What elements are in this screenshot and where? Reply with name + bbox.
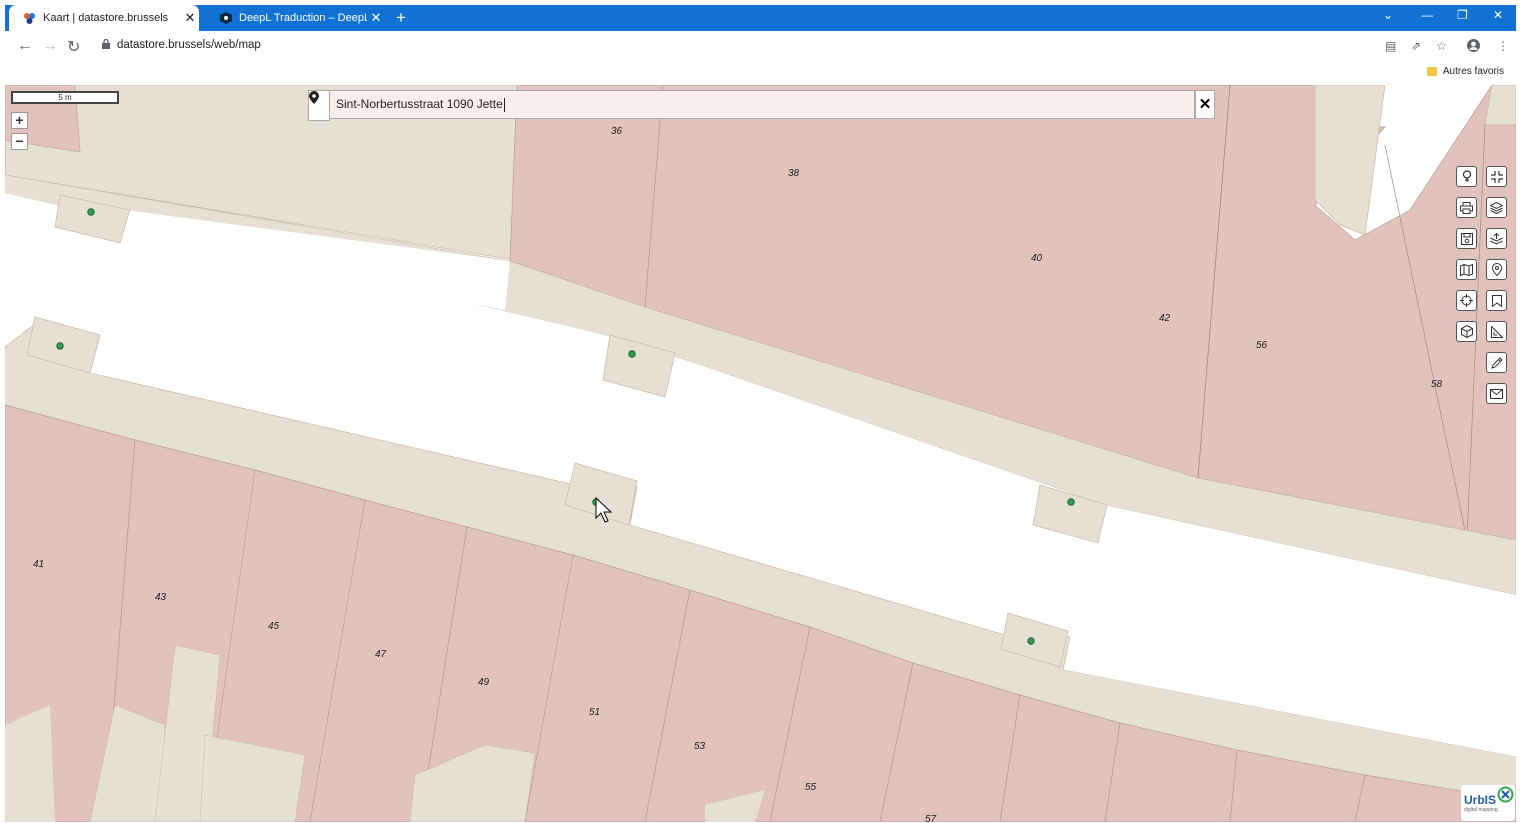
house-number: 42 — [1159, 313, 1171, 324]
poi-marker — [87, 208, 95, 216]
measure-icon — [1490, 325, 1503, 338]
browser-menu-icon[interactable]: ⋮ — [1497, 39, 1509, 53]
house-number: 57 — [925, 814, 937, 822]
close-window-button[interactable]: ✕ — [1493, 8, 1503, 22]
bookmark-icon — [1491, 294, 1502, 307]
scale-bar: 5 m — [11, 91, 119, 104]
poi-marker — [1027, 637, 1035, 645]
house-number: 45 — [268, 621, 280, 632]
info-icon — [1462, 170, 1471, 182]
new-tab-button[interactable]: + — [396, 8, 406, 28]
fullscreen-button[interactable] — [1486, 166, 1507, 187]
basemap-button[interactable] — [1456, 259, 1477, 280]
poi-marker — [628, 350, 636, 358]
mail-icon — [1490, 388, 1503, 399]
urbis-logo: UrbIS digital mapping — [1461, 785, 1515, 821]
poi-marker — [1067, 498, 1075, 506]
zoom-out-button[interactable]: − — [11, 133, 28, 150]
house-number: 49 — [478, 677, 490, 688]
zoom-in-button[interactable]: + — [11, 112, 28, 129]
print-icon — [1460, 201, 1473, 214]
browser-toolbar: ← → ↻ datastore.brussels/web/map ▤ ⇗ ☆ ⋮ — [5, 31, 1516, 61]
measure-button[interactable] — [1486, 321, 1507, 342]
clear-search-button[interactable]: ✕ — [1195, 90, 1215, 119]
house-number: 56 — [1256, 340, 1268, 351]
close-tab-icon[interactable]: ✕ — [367, 10, 385, 26]
back-button[interactable]: ← — [17, 37, 33, 55]
minimize-button[interactable]: — — [1421, 8, 1433, 22]
location-pin-icon — [1491, 263, 1502, 276]
draw-icon — [1490, 356, 1503, 369]
house-number: 41 — [33, 559, 44, 570]
share-icon[interactable]: ⇗ — [1411, 39, 1421, 53]
house-number: 43 — [155, 592, 167, 603]
datastore-favicon-icon — [23, 12, 36, 25]
draw-button[interactable] — [1486, 352, 1507, 373]
map-icon — [1460, 263, 1473, 276]
layers-icon — [1490, 201, 1503, 214]
reload-button[interactable]: ↻ — [67, 37, 80, 57]
folder-icon — [1426, 67, 1437, 76]
urbis-logo-mark-icon — [1497, 786, 1514, 803]
house-number: 51 — [589, 707, 600, 718]
layers-button[interactable] — [1486, 197, 1507, 218]
house-number: 55 — [805, 782, 817, 793]
address-bar[interactable]: datastore.brussels/web/map — [117, 39, 261, 51]
text-caret — [503, 97, 505, 112]
house-number: 47 — [375, 649, 387, 660]
tab-title: Kaart | datastore.brussels — [43, 12, 169, 24]
tab-datastore[interactable]: Kaart | datastore.brussels ✕ — [9, 5, 199, 31]
bookmark-button[interactable] — [1486, 290, 1507, 311]
bookmark-folder-autres-favoris[interactable]: Autres favoris — [1426, 66, 1504, 77]
forward-button[interactable]: → — [42, 37, 58, 55]
bookmarks-bar: Autres favoris — [5, 61, 1516, 85]
tab-title: DeepL Traduction – DeepL Transl — [239, 12, 367, 24]
address-search: Sint-Norbertusstraat 1090 Jette ✕ — [308, 90, 1215, 121]
house-number: 40 — [1031, 253, 1043, 264]
house-number: 36 — [611, 126, 623, 137]
mail-button[interactable] — [1486, 383, 1507, 404]
bookmark-star-icon[interactable]: ☆ — [1436, 39, 1447, 53]
fullscreen-icon — [1490, 170, 1503, 183]
search-input[interactable]: Sint-Norbertusstraat 1090 Jette — [329, 90, 1195, 119]
print-button[interactable] — [1456, 197, 1477, 218]
map-svg[interactable]: 36 38 40 42 56 58 41 43 45 47 49 51 53 5… — [5, 85, 1516, 822]
save-icon — [1460, 232, 1473, 245]
browser-window: Kaart | datastore.brussels ✕ DeepL Tradu… — [5, 5, 1516, 822]
deepl-favicon-icon — [219, 12, 232, 25]
map-canvas[interactable]: 36 38 40 42 56 58 41 43 45 47 49 51 53 5… — [5, 85, 1516, 822]
translate-icon[interactable]: ▤ — [1385, 39, 1396, 53]
poi-marker — [56, 342, 64, 350]
info-button[interactable] — [1456, 166, 1477, 187]
3d-view-button[interactable] — [1456, 321, 1477, 342]
location-pin-icon[interactable] — [308, 90, 330, 121]
geolocate-button[interactable] — [1456, 290, 1477, 311]
restore-button[interactable]: ❐ — [1457, 8, 1468, 22]
tab-deepl[interactable]: DeepL Traduction – DeepL Transl ✕ — [205, 5, 385, 31]
close-tab-icon[interactable]: ✕ — [181, 10, 199, 26]
house-number: 58 — [1431, 379, 1443, 390]
3d-cube-icon — [1460, 325, 1473, 338]
layer-settings-icon — [1490, 232, 1503, 245]
house-number: 38 — [788, 168, 800, 179]
lock-icon — [102, 39, 110, 49]
house-number: 53 — [694, 741, 706, 752]
crosshair-icon — [1460, 294, 1473, 307]
tab-strip: Kaart | datastore.brussels ✕ DeepL Tradu… — [5, 5, 1516, 31]
location-button[interactable] — [1486, 259, 1507, 280]
layer-settings-button[interactable] — [1486, 228, 1507, 249]
save-button[interactable] — [1456, 228, 1477, 249]
tab-search-icon[interactable]: ⌄ — [1383, 8, 1393, 22]
profile-avatar-icon[interactable] — [1467, 39, 1480, 55]
